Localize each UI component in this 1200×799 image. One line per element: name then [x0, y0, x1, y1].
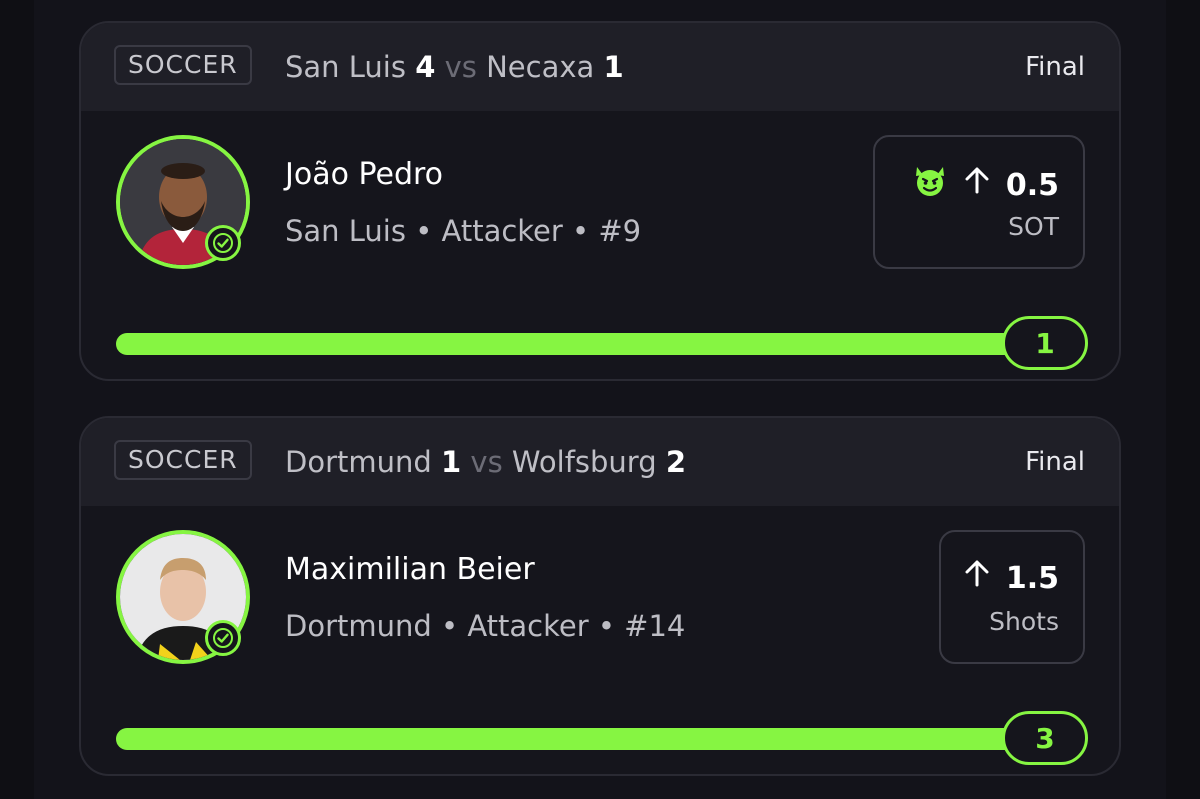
pick-stat-type: Shots	[989, 607, 1059, 636]
player-name: Maximilian Beier	[285, 552, 535, 587]
team-a-name: San Luis	[285, 50, 406, 84]
player-meta: Dortmund • Attacker • #14	[285, 609, 686, 643]
check-circle-icon	[205, 620, 241, 656]
game-status: Final	[1025, 52, 1085, 82]
team-b-name: Necaxa	[486, 50, 595, 84]
team-a-score: 4	[415, 50, 436, 84]
arrow-up-icon	[962, 165, 992, 206]
vs-label: vs	[470, 445, 503, 479]
result-value: 3	[1002, 711, 1088, 765]
pick-line-box[interactable]: 0.5 SOT	[873, 135, 1085, 269]
result-value: 1	[1002, 316, 1088, 370]
pick-line-value: 1.5	[1005, 560, 1059, 596]
progress-bar	[116, 333, 1041, 355]
team-b-score: 1	[603, 50, 624, 84]
player-meta: San Luis • Attacker • #9	[285, 214, 642, 248]
pick-card[interactable]: SOCCER Dortmund 1 vs Wolfsburg 2 Final M…	[79, 416, 1121, 776]
team-b-name: Wolfsburg	[511, 445, 657, 479]
pick-line-row: 1.5	[962, 558, 1059, 599]
pick-line-value: 0.5	[1005, 167, 1059, 203]
progress-fill	[116, 728, 1041, 750]
check-circle-icon	[205, 225, 241, 261]
card-body: Maximilian Beier Dortmund • Attacker • #…	[81, 506, 1119, 774]
pick-line-row: 0.5	[912, 163, 1059, 208]
player-name: João Pedro	[285, 157, 444, 192]
arrow-up-icon	[962, 558, 992, 599]
game-status: Final	[1025, 447, 1085, 477]
matchup: San Luis 4 vs Necaxa 1	[285, 47, 624, 87]
team-a-score: 1	[441, 445, 462, 479]
card-body: João Pedro San Luis • Attacker • #9 0.5 …	[81, 111, 1119, 379]
progress-fill	[116, 333, 1041, 355]
vs-label: vs	[444, 50, 477, 84]
pick-card[interactable]: SOCCER San Luis 4 vs Necaxa 1 Final João…	[79, 21, 1121, 381]
matchup: Dortmund 1 vs Wolfsburg 2	[285, 442, 686, 482]
sport-badge: SOCCER	[114, 440, 252, 480]
pick-stat-type: SOT	[1008, 212, 1059, 241]
game-header: SOCCER San Luis 4 vs Necaxa 1 Final	[81, 23, 1119, 111]
team-a-name: Dortmund	[285, 445, 432, 479]
sport-badge: SOCCER	[114, 45, 252, 85]
devil-emoji-icon	[912, 163, 948, 208]
progress-bar	[116, 728, 1041, 750]
team-b-score: 2	[665, 445, 687, 479]
game-header: SOCCER Dortmund 1 vs Wolfsburg 2 Final	[81, 418, 1119, 506]
pick-line-box[interactable]: 1.5 Shots	[939, 530, 1085, 664]
